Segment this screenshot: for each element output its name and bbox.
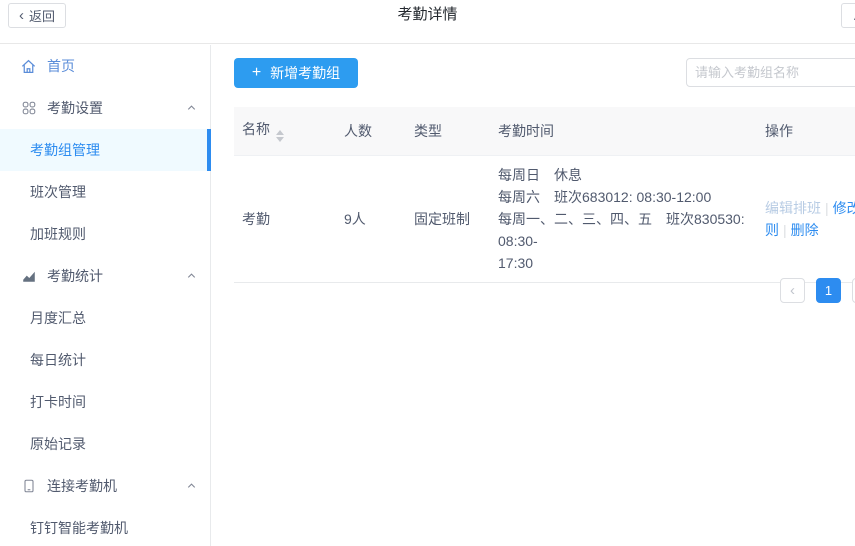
cell-headcount: 9人 [336,155,406,282]
chevron-up-icon[interactable] [186,481,197,492]
sidebar-item-label: 考勤设置 [47,98,103,118]
chevron-left-icon: ‹ [790,283,795,298]
search-input[interactable] [686,58,855,87]
sidebar: 首页 考勤设置 考勤组管理 班次管理 加班规则 考勤统计 [0,45,211,546]
sidebar-item-label: 每日统计 [30,350,86,370]
chevron-up-icon[interactable] [186,103,197,114]
sidebar-item-attendance-group-management[interactable]: 考勤组管理 [0,129,210,171]
action-separator: | [825,200,829,216]
pagination-page-1[interactable]: 1 [816,278,841,303]
sidebar-item-label: 连接考勤机 [47,476,117,496]
header-name-label: 名称 [242,121,270,137]
sidebar-item-dingtalk-smart-machine[interactable]: 钉钉智能考勤机 [0,507,210,546]
sidebar-item-label: 首页 [47,56,75,76]
header-schedule: 考勤时间 [490,107,757,155]
topbar: ‹ 返回 考勤详情 AP [0,0,855,44]
schedule-line: 17:30 [498,252,749,274]
sidebar-item-label: 考勤统计 [47,266,103,286]
sidebar-item-label: 月度汇总 [30,308,86,328]
sidebar-item-attendance-statistics[interactable]: 考勤统计 [0,255,210,297]
edit-schedule-link[interactable]: 编辑排班 [765,200,821,216]
attendance-group-table: 名称 人数 类型 考勤时间 操作 考勤 9人 固定班制 每周日 休息 每周六 班… [234,107,855,283]
sidebar-item-raw-records[interactable]: 原始记录 [0,423,210,465]
header-type: 类型 [406,107,490,155]
schedule-line: 每周一、二、三、四、五 班次830530: 08:30- [498,208,749,252]
add-attendance-group-button[interactable]: + 新增考勤组 [234,58,358,88]
topbar-right-button[interactable]: AP [841,3,855,28]
sidebar-item-label: 加班规则 [30,224,86,244]
home-icon [20,58,37,75]
cell-actions: 编辑排班|修改规则|删除 [757,155,855,282]
page-title: 考勤详情 [0,0,855,30]
pagination: ‹ 1 [780,278,855,303]
sidebar-item-shift-management[interactable]: 班次管理 [0,171,210,213]
sidebar-item-overtime-rules[interactable]: 加班规则 [0,213,210,255]
cell-schedule: 每周日 休息 每周六 班次683012: 08:30-12:00 每周一、二、三… [490,155,757,282]
cell-name: 考勤 [234,155,336,282]
sidebar-item-label: 考勤组管理 [30,140,100,160]
sidebar-item-label: 原始记录 [30,434,86,454]
chevron-up-icon[interactable] [186,271,197,282]
sidebar-item-connect-attendance-machine[interactable]: 连接考勤机 [0,465,210,507]
sidebar-item-monthly-summary[interactable]: 月度汇总 [0,297,210,339]
sidebar-item-label: 班次管理 [30,182,86,202]
pagination-prev-button[interactable]: ‹ [780,278,805,303]
table-header-row: 名称 人数 类型 考勤时间 操作 [234,107,855,155]
sidebar-item-label: 钉钉智能考勤机 [30,518,128,538]
header-actions: 操作 [757,107,855,155]
table-row: 考勤 9人 固定班制 每周日 休息 每周六 班次683012: 08:30-12… [234,155,855,282]
schedule-line: 每周六 班次683012: 08:30-12:00 [498,186,749,208]
header-headcount: 人数 [336,107,406,155]
schedule-line: 每周日 休息 [498,164,749,186]
apps-icon [20,100,37,117]
sort-caret-icon[interactable] [276,130,284,142]
chart-icon [20,268,37,285]
delete-link[interactable]: 删除 [791,222,819,238]
device-icon [20,478,37,495]
action-separator: | [783,222,787,238]
sidebar-item-label: 打卡时间 [30,392,86,412]
main-content: + 新增考勤组 名称 人数 类型 考勤时间 操作 [211,45,855,546]
cell-type: 固定班制 [406,155,490,282]
sidebar-item-attendance-settings[interactable]: 考勤设置 [0,87,210,129]
header-name: 名称 [234,107,336,155]
add-button-label: 新增考勤组 [270,63,340,83]
sidebar-item-daily-statistics[interactable]: 每日统计 [0,339,210,381]
sidebar-item-home[interactable]: 首页 [0,45,210,87]
plus-icon: + [252,65,261,81]
sidebar-item-punch-time[interactable]: 打卡时间 [0,381,210,423]
